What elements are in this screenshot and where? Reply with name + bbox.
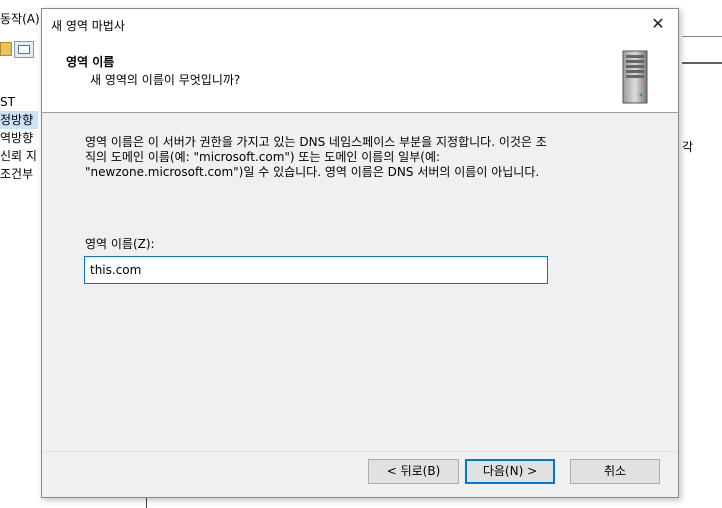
tree-item[interactable]: 정방향 xyxy=(0,111,38,129)
title-bar[interactable]: 새 영역 마법사 ✕ xyxy=(42,9,678,39)
zone-description: 영역 이름은 이 서버가 권한을 가지고 있는 DNS 네임스페이스 부분을 지… xyxy=(85,135,635,180)
tree-item[interactable]: ST xyxy=(0,93,38,111)
console-tree: ST 정방향 역방향 신뢰 지 조건부 xyxy=(0,93,38,183)
menu-action[interactable]: 동작(A) xyxy=(0,10,40,27)
cancel-button[interactable]: 취소 xyxy=(570,459,660,484)
background-text: 각 xyxy=(682,140,694,154)
description-line: "newzone.microsoft.com")일 수 있습니다. 영역 이름은… xyxy=(85,165,540,179)
next-button[interactable]: 다음(N) > xyxy=(465,459,555,484)
splitter[interactable] xyxy=(146,497,147,508)
description-line: 영역 이름은 이 서버가 권한을 가지고 있는 DNS 네임스페이스 부분을 지… xyxy=(85,135,547,149)
close-button[interactable]: ✕ xyxy=(638,9,678,39)
dialog-title: 새 영역 마법사 xyxy=(51,19,125,33)
divider xyxy=(682,62,722,64)
tree-item[interactable]: 역방향 xyxy=(0,129,38,147)
new-zone-wizard-dialog: 새 영역 마법사 ✕ 영역 이름 새 영역의 이름이 무엇입니까? 영역 이름은… xyxy=(41,8,679,498)
back-button[interactable]: < 뒤로(B) xyxy=(368,459,459,484)
wizard-content: 영역 이름은 이 서버가 권한을 가지고 있는 DNS 네임스페이스 부분을 지… xyxy=(42,113,678,443)
button-bar: < 뒤로(B) 다음(N) > 취소 xyxy=(42,451,678,497)
page-subtitle: 새 영역의 이름이 무엇입니까? xyxy=(90,73,241,87)
zone-name-input[interactable] xyxy=(84,256,548,284)
wizard-header: 영역 이름 새 영역의 이름이 무엇입니까? xyxy=(42,39,678,113)
tree-item[interactable]: 신뢰 지 xyxy=(0,147,38,165)
description-line: 직의 도메인 이름(예: "microsoft.com") 또는 도메인 이름의… xyxy=(85,150,441,164)
view-toggle-icon[interactable] xyxy=(14,41,34,58)
page-title: 영역 이름 xyxy=(66,55,115,69)
tree-item[interactable]: 조건부 xyxy=(0,165,38,183)
toolbar xyxy=(0,40,40,60)
divider xyxy=(682,36,722,37)
server-icon xyxy=(622,50,648,104)
folder-icon[interactable] xyxy=(0,42,12,56)
zone-name-label: 영역 이름(Z): xyxy=(85,237,155,251)
